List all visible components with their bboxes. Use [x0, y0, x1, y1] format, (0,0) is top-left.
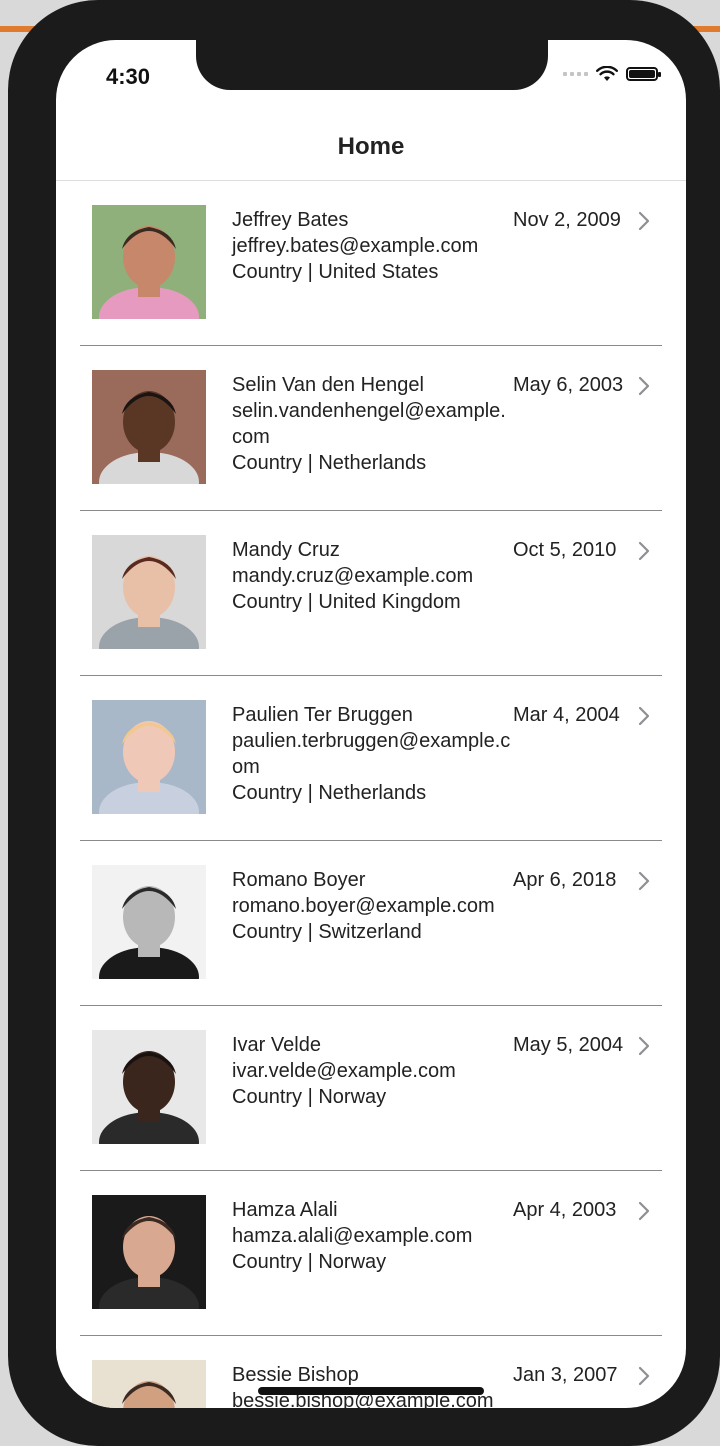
- avatar: [92, 205, 206, 319]
- user-country: Country | United Kingdom: [232, 591, 461, 613]
- user-email: ivar.velde@example.com: [232, 1060, 456, 1082]
- user-name: Selin Van den Hengel: [232, 374, 424, 396]
- user-name: Bessie Bishop: [232, 1364, 359, 1386]
- wifi-icon: [596, 66, 618, 81]
- chevron-right-icon: [638, 211, 650, 231]
- app-screen: 4:30 Home Jeffrey Bates jeffrey.bates@exa…: [56, 40, 686, 1408]
- user-country: Country | Netherlands: [232, 782, 427, 804]
- user-country: Country | Norway: [232, 1251, 387, 1273]
- status-icons: [563, 66, 661, 82]
- user-info: Bessie Bishopbessie.bishop@example.comCo…: [232, 1362, 514, 1408]
- chevron-right-icon: [638, 706, 650, 726]
- user-name: Mandy Cruz: [232, 539, 340, 561]
- user-info: Romano Boyer romano.boyer@example.com Coun…: [232, 867, 514, 945]
- user-name: Ivar Velde: [232, 1034, 321, 1056]
- avatar: [92, 1195, 206, 1309]
- avatar: [92, 865, 206, 979]
- user-date: Mar 4, 2004: [513, 704, 620, 726]
- status-time: 4:30: [106, 64, 151, 89]
- nav-title: Home: [337, 133, 405, 160]
- user-row[interactable]: Bessie Bishopbessie.bishop@example.comCo…: [80, 1336, 662, 1408]
- chevron-right-icon: [638, 871, 650, 891]
- home-indicator[interactable]: [258, 1387, 484, 1395]
- battery-icon: [626, 67, 661, 81]
- user-country: Country | Norway: [232, 1086, 387, 1108]
- user-name: Paulien Ter Bruggen: [232, 704, 413, 726]
- user-date: Oct 5, 2010: [513, 539, 617, 561]
- user-info: Ivar Velde ivar.velde@example.com Country …: [232, 1032, 514, 1110]
- user-date: Jan 3, 2007: [513, 1364, 618, 1386]
- user-row[interactable]: Romano Boyer romano.boyer@example.com Coun…: [80, 841, 662, 1006]
- user-name: Jeffrey Bates: [232, 209, 349, 231]
- avatar: [92, 1360, 206, 1408]
- chevron-right-icon: [638, 1201, 650, 1221]
- avatar: [92, 535, 206, 649]
- user-email: jeffrey.bates@example.com: [232, 235, 479, 257]
- user-name: Romano Boyer: [232, 869, 366, 891]
- user-country: Country | Netherlands: [232, 452, 427, 474]
- avatar: [92, 1030, 206, 1144]
- avatar: [92, 700, 206, 814]
- user-row[interactable]: Selin Van den Hengel selin.vandenhengel@e…: [80, 346, 662, 511]
- avatar: [92, 370, 206, 484]
- user-info: Mandy Cruz mandy.cruz@example.com Country …: [232, 537, 514, 615]
- user-info: Jeffrey Bates jeffrey.bates@example.com Co…: [232, 207, 514, 285]
- user-email: romano.boyer@example.com: [232, 895, 495, 917]
- user-email: selin.vandenhengel@example.com: [232, 400, 506, 448]
- cellular-signal-icon: [563, 72, 588, 76]
- user-email: paulien.terbruggen@example.com: [232, 730, 511, 778]
- user-date: Apr 4, 2003: [513, 1199, 617, 1221]
- user-row[interactable]: Jeffrey Bates jeffrey.bates@example.com Co…: [80, 181, 662, 346]
- chevron-right-icon: [638, 1366, 650, 1386]
- user-country: Country | United States: [232, 261, 439, 283]
- user-list: Jeffrey Bates jeffrey.bates@example.com Co…: [56, 181, 686, 1408]
- user-email: hamza.alali@example.com: [232, 1225, 473, 1247]
- device-frame: 4:30 Home Jeffrey Bates jeffrey.bates@exa…: [8, 0, 720, 1446]
- user-row[interactable]: Paulien Ter Bruggen paulien.terbruggen@ex…: [80, 676, 662, 841]
- user-date: May 5, 2004: [513, 1034, 624, 1056]
- chevron-right-icon: [638, 541, 650, 561]
- user-email: mandy.cruz@example.com: [232, 565, 474, 587]
- user-country: Country | Switzerland: [232, 921, 422, 943]
- user-row[interactable]: Mandy Cruz mandy.cruz@example.com Country …: [80, 511, 662, 676]
- user-date: Apr 6, 2018: [513, 869, 617, 891]
- user-info: Selin Van den Hengel selin.vandenhengel@e…: [232, 372, 514, 476]
- user-row[interactable]: Hamza Alali hamza.alali@example.com Countr…: [80, 1171, 662, 1336]
- user-info: Hamza Alali hamza.alali@example.com Countr…: [232, 1197, 514, 1275]
- chevron-right-icon: [638, 1036, 650, 1056]
- user-row[interactable]: Ivar Velde ivar.velde@example.com Country …: [80, 1006, 662, 1171]
- user-date: Nov 2, 2009: [513, 209, 621, 231]
- device-notch: [196, 40, 548, 90]
- navigation-bar: Home: [56, 120, 686, 181]
- user-name: Hamza Alali: [232, 1199, 338, 1221]
- chevron-right-icon: [638, 376, 650, 396]
- user-date: May 6, 2003: [513, 374, 624, 396]
- user-info: Paulien Ter Bruggen paulien.terbruggen@ex…: [232, 702, 514, 806]
